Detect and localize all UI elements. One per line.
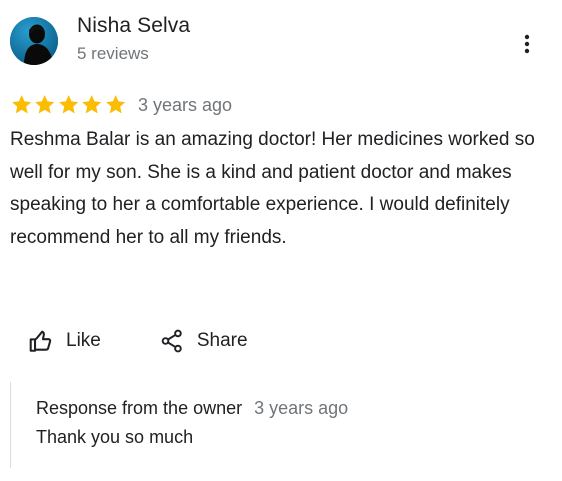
review-card: Nisha Selva 5 reviews 3 years ago Reshma… xyxy=(0,0,562,481)
like-label: Like xyxy=(66,330,101,351)
person-silhouette-icon xyxy=(10,17,58,65)
share-button[interactable]: Share xyxy=(159,328,248,354)
share-icon xyxy=(161,329,182,353)
owner-response-title: Response from the owner xyxy=(36,398,243,418)
avatar[interactable] xyxy=(10,17,58,65)
owner-response: Response from the owner 3 years ago Than… xyxy=(10,382,348,468)
rating-row: 3 years ago xyxy=(10,93,232,117)
owner-response-date: 3 years ago xyxy=(254,398,349,418)
star-icon xyxy=(105,95,125,114)
more-options-button[interactable] xyxy=(513,30,541,58)
like-button[interactable]: Like xyxy=(28,328,101,354)
owner-response-header: Response from the owner 3 years ago xyxy=(36,398,348,419)
star-icon xyxy=(82,95,102,114)
owner-response-text: Thank you so much xyxy=(36,427,194,447)
star-icon xyxy=(35,95,55,114)
review-date: 3 years ago xyxy=(137,94,233,115)
review-count: 5 reviews xyxy=(77,44,149,63)
star-icon xyxy=(58,95,79,114)
thumbs-up-icon xyxy=(29,330,52,352)
reviewer-name[interactable]: Nisha Selva xyxy=(77,14,190,38)
star-rating xyxy=(10,93,127,116)
share-label: Share xyxy=(196,330,248,351)
star-icon xyxy=(12,95,32,114)
more-vert-icon xyxy=(524,34,530,54)
review-text: Reshma Balar is an amazing doctor! Her m… xyxy=(10,129,535,248)
review-actions: Like Share xyxy=(28,325,248,357)
